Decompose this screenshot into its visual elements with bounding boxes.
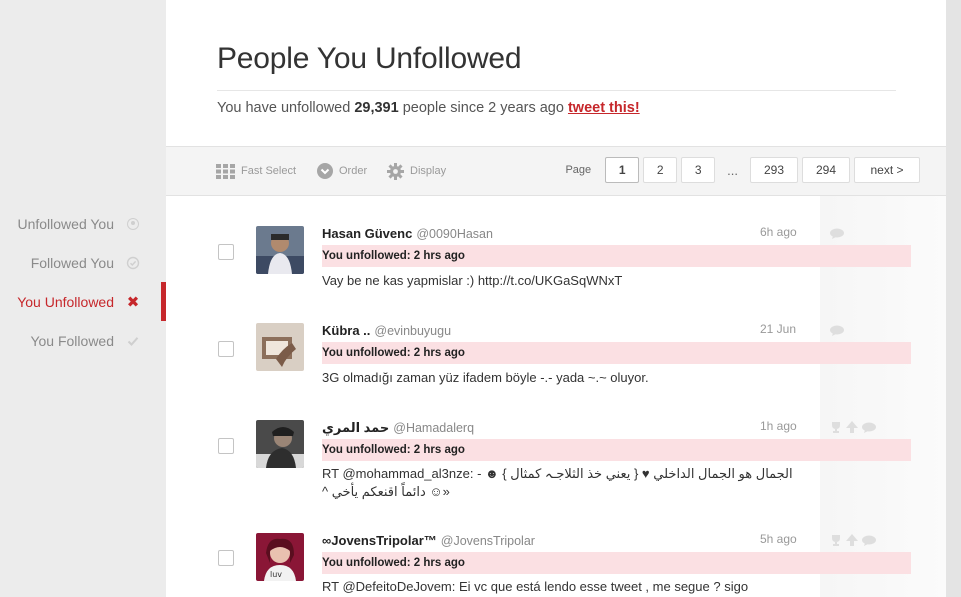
summary-prefix: You have unfollowed <box>217 100 355 116</box>
user-name[interactable]: Hasan Güvenc @0090Hasan <box>322 226 493 241</box>
page-title: People You Unfollowed <box>217 42 522 75</box>
avatar[interactable] <box>256 420 304 468</box>
sidebar-item-you-unfollowed[interactable]: You Unfollowed ✖ <box>0 282 166 321</box>
page-2-button[interactable]: 2 <box>643 157 678 183</box>
circle-check-icon <box>126 256 140 270</box>
reply-icon[interactable] <box>830 325 844 339</box>
arrow-up-icon[interactable] <box>846 421 858 436</box>
sidebar-item-followed-you[interactable]: Followed You <box>0 243 166 282</box>
page-3-button[interactable]: 3 <box>681 157 716 183</box>
unfollow-status-band: You unfollowed: 2 hrs ago <box>322 342 911 364</box>
unfollow-status-band: You unfollowed: 2 hrs ago <box>322 552 911 574</box>
user-handle: @evinbuyugu <box>374 324 452 338</box>
list-item: Hasan Güvenc @0090Hasan 6h ago You unfoll… <box>166 196 946 293</box>
tweet-text: RT @DefeitoDeJovem: Ei vc que está lendo… <box>322 579 749 594</box>
user-name[interactable]: حمد المري @Hamadalerq <box>322 420 474 436</box>
unfollow-summary: You have unfollowed 29,391 people since … <box>217 100 896 116</box>
tweet-text-line-2: ^ دائماً اقنعكم يأخي ☺» <box>322 484 450 499</box>
user-display-name: Hasan Güvenc <box>322 226 413 241</box>
pagination: Page 1 2 3 ... 293 294 next > <box>565 157 920 183</box>
tweet-actions <box>830 421 876 436</box>
reply-icon[interactable] <box>862 422 876 436</box>
grid-icon <box>216 163 235 179</box>
trophy-icon[interactable] <box>830 421 842 436</box>
tweet-actions <box>830 228 844 242</box>
user-name[interactable]: Kübra .. @evinbuyugu <box>322 323 451 338</box>
trophy-icon[interactable] <box>830 534 842 549</box>
chevron-down-circle-icon <box>317 163 333 179</box>
sidebar-item-label: Followed You <box>30 254 114 271</box>
avatar[interactable] <box>256 226 304 274</box>
user-list: Hasan Güvenc @0090Hasan 6h ago You unfoll… <box>166 196 946 597</box>
next-page-button[interactable]: next > <box>854 157 920 183</box>
unfollow-status-band: You unfollowed: 2 hrs ago <box>322 245 911 267</box>
unfollow-status-band: You unfollowed: 2 hrs ago <box>322 439 911 461</box>
tweet-text: RT @mohammad_al3nze: - ☻ { يعني خذ الثلا… <box>322 466 793 481</box>
svg-text:luv: luv <box>270 570 282 579</box>
tweet-time: 1h ago <box>760 419 797 433</box>
select-checkbox[interactable] <box>218 244 234 260</box>
user-display-name: Kübra .. <box>322 323 371 338</box>
avatar[interactable]: luv <box>256 533 304 581</box>
reply-icon[interactable] <box>862 535 876 549</box>
sidebar-item-label: You Followed <box>30 332 114 349</box>
check-icon <box>126 334 140 348</box>
list-item: حمد المري @Hamadalerq 1h ago You unfollow… <box>166 390 946 503</box>
tweet-actions <box>830 534 876 549</box>
sidebar-item-you-followed[interactable]: You Followed <box>0 321 166 360</box>
circle-dot-icon <box>126 217 140 231</box>
tweet-time: 6h ago <box>760 225 797 239</box>
page-293-button[interactable]: 293 <box>750 157 798 183</box>
window-edge <box>946 0 961 597</box>
tweet-time: 21 Jun <box>760 322 797 336</box>
divider <box>217 90 896 91</box>
tweet-this-link[interactable]: tweet this! <box>568 100 640 116</box>
order-label: Order <box>339 165 368 177</box>
page-header: People You Unfollowed You have unfollowe… <box>166 0 946 146</box>
order-button[interactable]: Order <box>317 147 367 195</box>
display-button[interactable]: Display <box>387 147 446 195</box>
select-checkbox[interactable] <box>218 550 234 566</box>
x-icon: ✖ <box>126 293 140 311</box>
tweet-text: Vay be ne kas yapmislar :) http://t.co/U… <box>322 273 623 288</box>
tweet-actions <box>830 325 844 339</box>
tweet-text: 3G olmadığı zaman yüz ifadem böyle -.- y… <box>322 370 649 385</box>
main-panel: People You Unfollowed You have unfollowe… <box>166 0 946 597</box>
reply-icon[interactable] <box>830 228 844 242</box>
sidebar: Unfollowed You Followed You You Unfollow… <box>0 0 166 597</box>
pagination-ellipsis: ... <box>727 162 738 178</box>
user-handle: @0090Hasan <box>416 227 493 241</box>
list-item: luv ∞JovensTripolar™ @JovensTripolar 5h a… <box>166 500 946 597</box>
user-handle: @JovensTripolar <box>440 534 535 548</box>
user-handle: @Hamadalerq <box>393 421 475 435</box>
avatar[interactable] <box>256 323 304 371</box>
user-name[interactable]: ∞JovensTripolar™ @JovensTripolar <box>322 533 535 548</box>
display-label: Display <box>410 165 447 177</box>
gear-icon <box>387 162 404 180</box>
fast-select-label: Fast Select <box>241 165 297 177</box>
user-display-name: ∞JovensTripolar™ <box>322 533 437 548</box>
select-checkbox[interactable] <box>218 438 234 454</box>
unfollow-count: 29,391 <box>354 100 399 116</box>
summary-suffix: people since 2 years ago <box>398 100 568 116</box>
page-294-button[interactable]: 294 <box>802 157 850 183</box>
toolbar: Fast Select Order Display Page 1 2 3 ...… <box>166 146 946 196</box>
page-label: Page <box>565 164 592 176</box>
sidebar-item-label: You Unfollowed <box>17 293 114 310</box>
select-checkbox[interactable] <box>218 341 234 357</box>
fast-select-button[interactable]: Fast Select <box>216 147 296 195</box>
arrow-up-icon[interactable] <box>846 534 858 549</box>
sidebar-item-unfollowed-you[interactable]: Unfollowed You <box>0 204 166 243</box>
user-display-name: حمد المري <box>322 420 390 435</box>
sidebar-nav: Unfollowed You Followed You You Unfollow… <box>0 204 166 360</box>
sidebar-item-label: Unfollowed You <box>17 215 114 232</box>
page-1-button[interactable]: 1 <box>605 157 640 183</box>
tweet-time: 5h ago <box>760 532 797 546</box>
list-item: Kübra .. @evinbuyugu 21 Jun You unfollowe… <box>166 293 946 390</box>
